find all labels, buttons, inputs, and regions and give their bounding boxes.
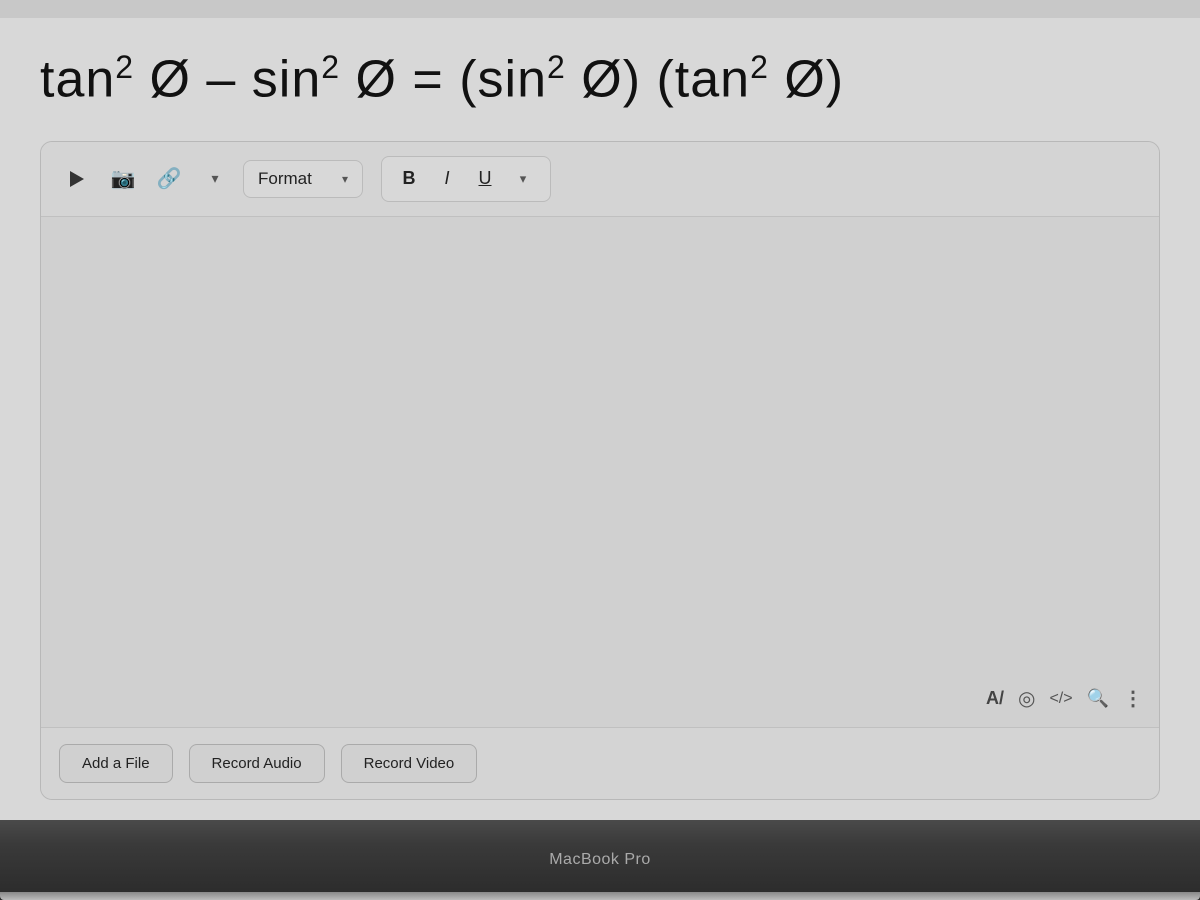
macbook-bottom-bar: MacBook Pro (0, 820, 1200, 900)
macbook-label: MacBook Pro (549, 851, 651, 869)
link-icon[interactable]: 🔗 (151, 161, 187, 197)
add-file-button[interactable]: Add a File (59, 744, 173, 783)
editor-body[interactable]: A/ ◎ </> 🔍 ⋮ (41, 217, 1159, 727)
italic-button[interactable]: I (430, 163, 464, 195)
toolbar-more-icon[interactable]: ▾ (197, 161, 233, 197)
record-video-button[interactable]: Record Video (341, 744, 478, 783)
format-chevron-icon: ▾ (342, 172, 348, 186)
play-icon[interactable] (59, 161, 95, 197)
camera-icon[interactable]: 📷 (105, 161, 141, 197)
macbook-hinge (0, 892, 1200, 900)
code-icon[interactable]: </> (1049, 690, 1072, 708)
eye-icon[interactable]: ◎ (1018, 686, 1035, 711)
formatting-group: B I U ▾ (381, 156, 551, 202)
editor-container: 📷 🔗 ▾ Format ▾ B I (40, 141, 1160, 800)
text-format-more-button[interactable]: ▾ (506, 163, 540, 195)
underline-button[interactable]: U (468, 163, 502, 195)
math-formula: tan2 Ø – sin2 Ø = (sin2 Ø) (tan2 Ø) (40, 48, 844, 111)
more-options-icon[interactable]: ⋮ (1123, 686, 1143, 711)
bold-button[interactable]: B (392, 163, 426, 195)
record-audio-button[interactable]: Record Audio (189, 744, 325, 783)
toolbar: 📷 🔗 ▾ Format ▾ B I (41, 142, 1159, 217)
font-size-icon[interactable]: A/ (986, 688, 1004, 709)
screen-bezel: tan2 Ø – sin2 Ø = (sin2 Ø) (tan2 Ø) 📷 🔗 (0, 0, 1200, 820)
format-label: Format (258, 169, 312, 189)
search-find-icon[interactable]: 🔍 (1087, 688, 1109, 709)
action-buttons-row: Add a File Record Audio Record Video (41, 727, 1159, 799)
screen-content: tan2 Ø – sin2 Ø = (sin2 Ø) (tan2 Ø) 📷 🔗 (0, 18, 1200, 820)
format-dropdown[interactable]: Format ▾ (243, 160, 363, 198)
editor-bottom-icons: A/ ◎ </> 🔍 ⋮ (986, 686, 1143, 711)
